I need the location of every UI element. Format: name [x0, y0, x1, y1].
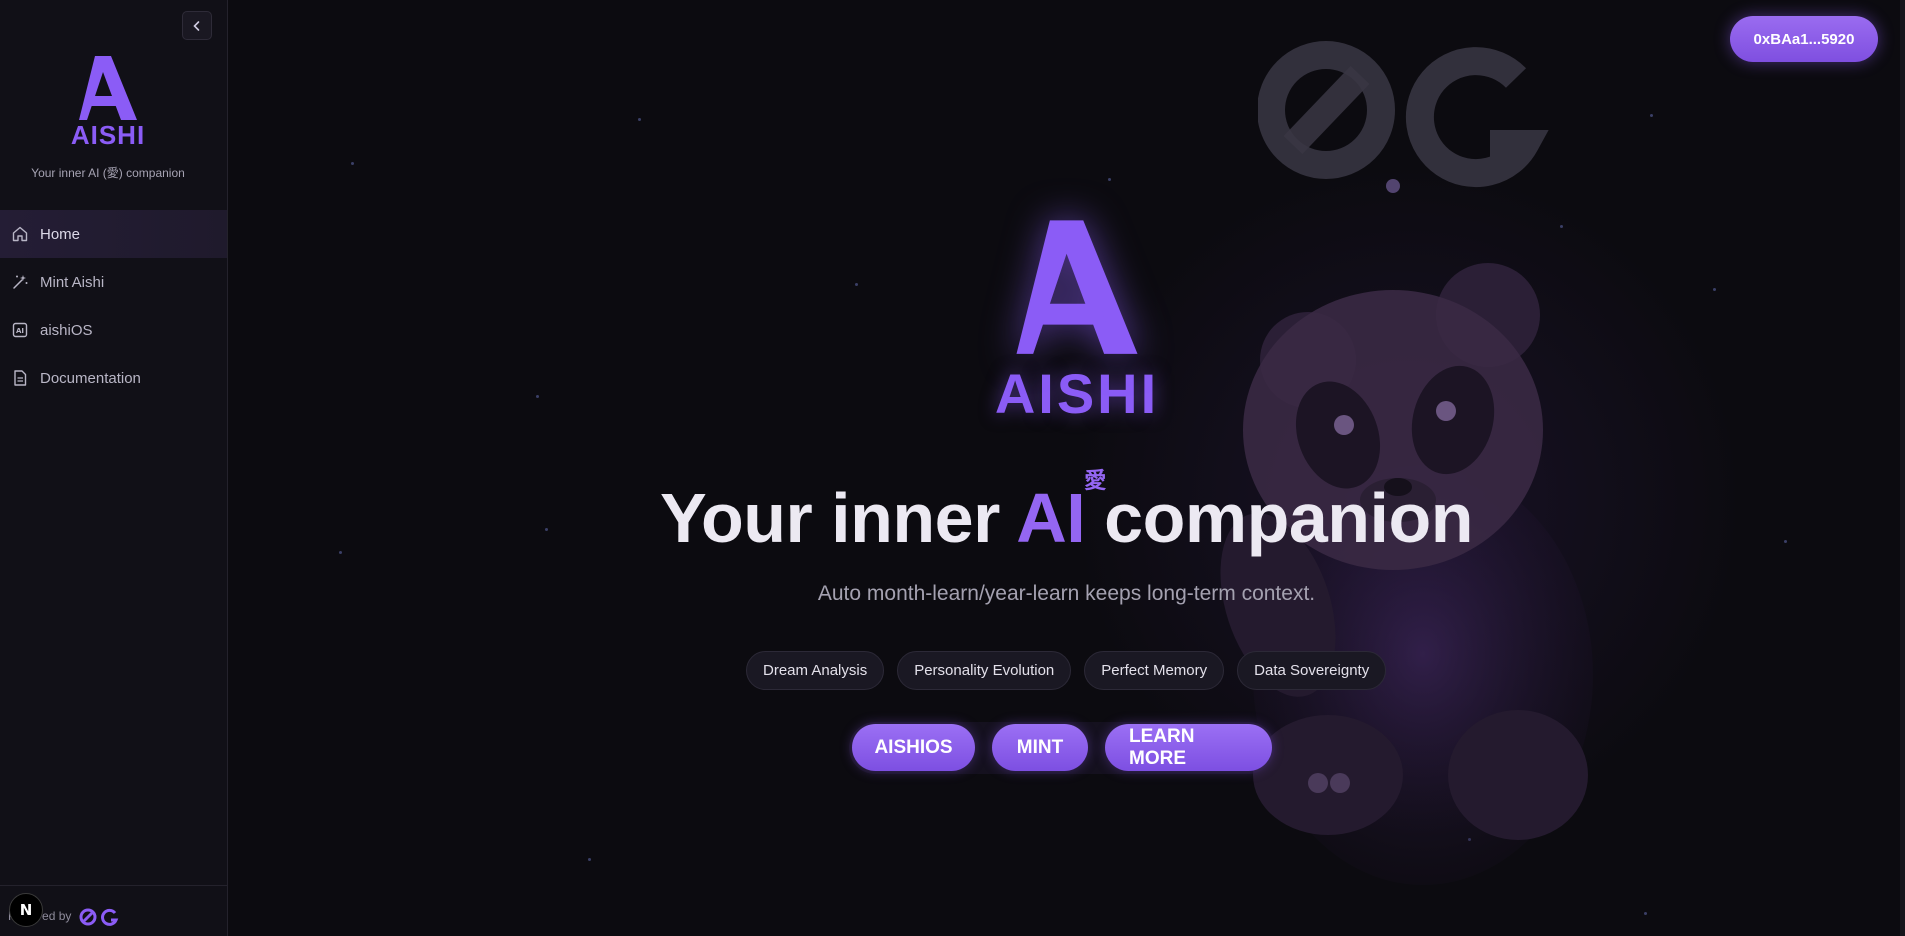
sidebar-item-home[interactable]: Home: [0, 210, 227, 258]
ai-chip-icon: AI: [11, 321, 29, 339]
star: [588, 858, 591, 861]
star: [1650, 114, 1653, 117]
home-icon: [11, 225, 29, 243]
star: [855, 283, 858, 286]
headline-ai-text: AI: [1016, 479, 1086, 557]
star: [1644, 912, 1647, 915]
headline-kanji: 愛: [1084, 469, 1106, 494]
headline-ai: AI 愛: [1016, 469, 1106, 557]
aishi-logo-mark: [79, 56, 137, 120]
sidebar-item-mint-aishi[interactable]: Mint Aishi: [0, 258, 227, 306]
cta-buttons: AISHIOS MINT LEARN MORE: [849, 722, 1275, 774]
magic-wand-icon: [11, 273, 29, 291]
wallet-address-button[interactable]: 0xBAa1...5920: [1730, 16, 1878, 62]
vertical-scrollbar[interactable]: [1900, 0, 1905, 936]
og-logo-icon: [79, 908, 118, 926]
sidebar-logo[interactable]: AISHI: [0, 52, 216, 151]
sidebar-item-documentation[interactable]: Documentation: [0, 354, 227, 402]
star: [536, 395, 539, 398]
sidebar-tagline: Your inner AI (愛) companion: [31, 166, 185, 180]
hero-subline: Auto month-learn/year-learn keeps long-t…: [817, 582, 1316, 605]
feature-pill-personality-evolution: Personality Evolution: [897, 651, 1072, 690]
star: [1560, 225, 1563, 228]
mint-button[interactable]: MINT: [992, 724, 1088, 771]
svg-text:AI: AI: [16, 327, 24, 335]
og-background-logo: [1258, 41, 1549, 193]
aishios-button[interactable]: AISHIOS: [852, 724, 975, 771]
feature-pill-perfect-memory: Perfect Memory: [1084, 651, 1225, 690]
hero-headline: Your inner AI 愛 companion: [228, 469, 1905, 558]
chevron-left-icon: [193, 20, 200, 31]
collapse-sidebar-button[interactable]: [182, 11, 212, 40]
hero-brand-text: AISHI: [994, 362, 1160, 425]
feature-pill-data-sovereignty: Data Sovereignty: [1237, 651, 1387, 690]
star: [1713, 288, 1716, 291]
sidebar-item-label: aishiOS: [40, 321, 93, 339]
headline-prefix: Your inner: [659, 479, 1000, 557]
next-dev-badge[interactable]: N: [9, 893, 43, 927]
sidebar-item-label: Documentation: [40, 369, 141, 387]
hero-logo: AISHI: [972, 212, 1182, 422]
star: [351, 162, 354, 165]
headline-suffix: companion: [1104, 479, 1473, 557]
sidebar: AISHI Your inner AI (愛) companion Home M…: [0, 0, 228, 936]
star: [638, 118, 641, 121]
feature-pill-dream-analysis: Dream Analysis: [746, 651, 885, 690]
learn-more-button[interactable]: LEARN MORE: [1105, 724, 1272, 771]
feature-pills: Dream Analysis Personality Evolution Per…: [746, 651, 1387, 690]
document-icon: [11, 369, 29, 387]
main-content: 0xBAa1...5920 AISHI Your inner AI 愛 compa…: [228, 0, 1905, 936]
sidebar-item-label: Mint Aishi: [40, 273, 105, 291]
star: [1108, 178, 1111, 181]
aishi-hero-logo-mark: [1016, 220, 1138, 354]
sidebar-brand-text: AISHI: [70, 120, 146, 150]
sidebar-nav: Home Mint Aishi AI aishiOS Documentation: [0, 210, 227, 402]
panda-illustration: [1220, 263, 1593, 885]
sidebar-item-aishios[interactable]: AI aishiOS: [0, 306, 227, 354]
sidebar-item-label: Home: [40, 225, 81, 243]
